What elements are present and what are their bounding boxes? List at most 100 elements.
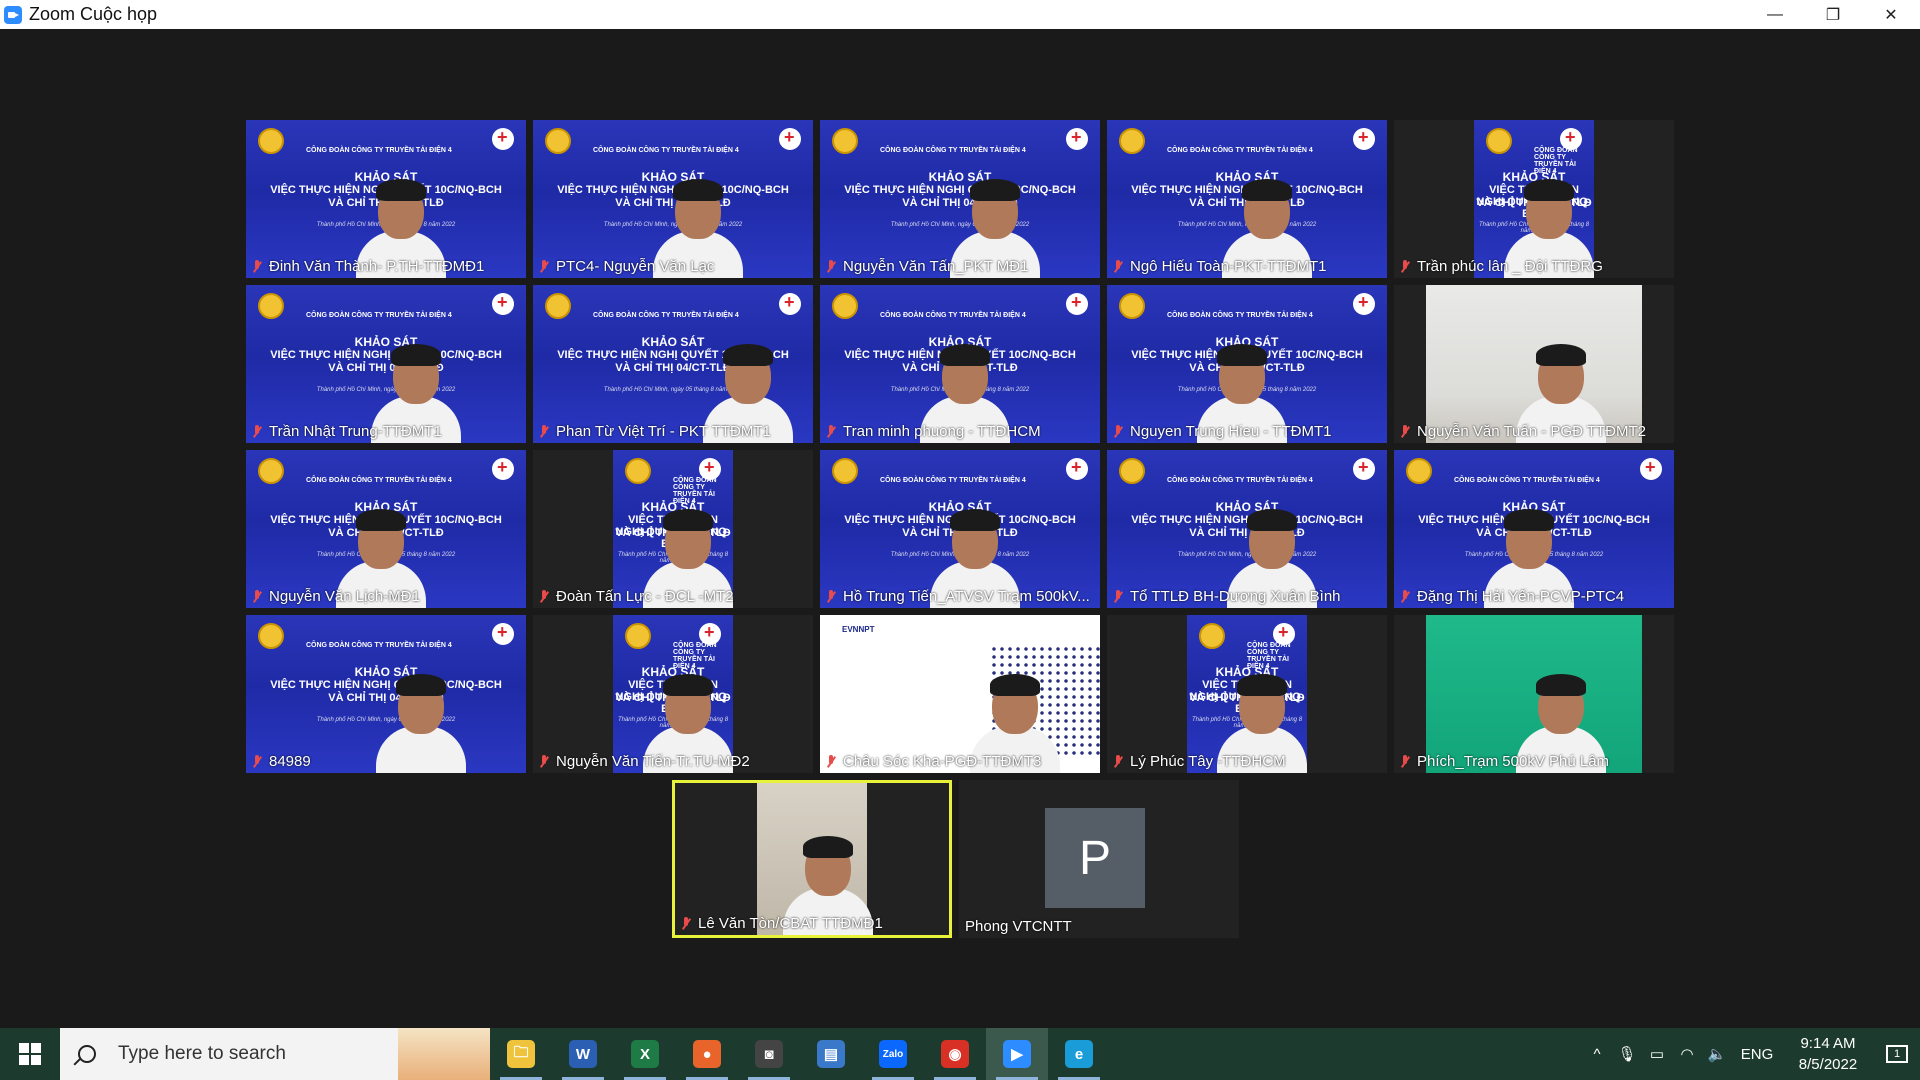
banner-text: KHẢO SÁT <box>354 665 418 679</box>
participant-name: Ngô Hiếu Toàn-PKT-TTĐMT1 <box>1130 258 1327 275</box>
taskbar-search-box[interactable]: Type here to search <box>60 1028 490 1080</box>
banner-text: CÔNG ĐOÀN CÔNG TY TRUYỀN TẢI ĐIỆN 4 <box>1167 147 1313 154</box>
participant-tile[interactable]: EVNNPT Châu Sóc Kha-PGĐ-TTĐMT3 <box>820 615 1100 773</box>
banner-text: KHẢO SÁT <box>928 170 992 184</box>
person-hair <box>723 344 773 366</box>
participant-name: Đặng Thị Hải Yến-PCVP-PTC4 <box>1417 588 1625 605</box>
participant-video <box>757 783 873 935</box>
minimize-button[interactable]: — <box>1746 0 1804 29</box>
participant-tile[interactable]: CÔNG ĐOÀN CÔNG TY TRUYỀN TẢI ĐIỆN 4KHẢO … <box>1107 450 1387 608</box>
evnnpt-logo-icon <box>1353 127 1375 150</box>
muted-mic-icon <box>1113 259 1123 274</box>
banner-text: KHẢO SÁT <box>641 335 705 349</box>
taskbar-app-button[interactable]: ◉ <box>924 1028 986 1080</box>
participant-tile[interactable]: CÔNG ĐOÀN CÔNG TY TRUYỀN TẢI ĐIỆN 4KHẢO … <box>1394 120 1674 278</box>
participant-tile[interactable]: CÔNG ĐOÀN CÔNG TY TRUYỀN TẢI ĐIỆN 4KHẢO … <box>1107 120 1387 278</box>
participant-tile[interactable]: CÔNG ĐOÀN CÔNG TY TRUYỀN TẢI ĐIỆN 4KHẢO … <box>246 285 526 443</box>
participant-name: PTC4- Nguyễn Văn Lạc <box>556 258 715 275</box>
union-logo-icon <box>832 458 858 484</box>
participant-tile[interactable]: CÔNG ĐOÀN CÔNG TY TRUYỀN TẢI ĐIỆN 4KHẢO … <box>1394 450 1674 608</box>
participant-name-label: Phong VTCNTT <box>965 918 1072 935</box>
participant-tile[interactable]: Nguyễn Văn Tuấn - PGĐ TTĐMT2 <box>1394 285 1674 443</box>
participant-tile[interactable]: CÔNG ĐOÀN CÔNG TY TRUYỀN TẢI ĐIỆN 4KHẢO … <box>820 450 1100 608</box>
muted-mic-icon <box>539 259 549 274</box>
language-indicator[interactable]: ENG <box>1732 1046 1782 1063</box>
show-hidden-icons-chevron-icon[interactable]: ^ <box>1582 1046 1612 1063</box>
banner-text: CÔNG ĐOÀN CÔNG TY TRUYỀN TẢI ĐIỆN 4 <box>306 477 452 484</box>
wifi-icon[interactable]: ◠ <box>1672 1045 1702 1063</box>
participant-video: CÔNG ĐOÀN CÔNG TY TRUYỀN TẢI ĐIỆN 4KHẢO … <box>246 450 526 608</box>
restore-button[interactable]: ❐ <box>1804 0 1862 29</box>
taskbar-app-button[interactable]: e <box>1048 1028 1110 1080</box>
participant-tile[interactable]: CÔNG ĐOÀN CÔNG TY TRUYỀN TẢI ĐIỆN 4KHẢO … <box>1107 615 1387 773</box>
participant-tile[interactable]: Phích_Trạm 500kV Phú Lâm <box>1394 615 1674 773</box>
person-hair <box>1217 344 1267 366</box>
participant-name-label: Lê Văn Tòn/CBAT TTĐMĐ1 <box>681 915 883 932</box>
participant-video: CÔNG ĐOÀN CÔNG TY TRUYỀN TẢI ĐIỆN 4KHẢO … <box>533 285 813 443</box>
muted-mic-icon <box>252 259 262 274</box>
participant-tile[interactable]: CÔNG ĐOÀN CÔNG TY TRUYỀN TẢI ĐIỆN 4 KHẢO … <box>246 615 526 773</box>
person-hair <box>1237 674 1287 696</box>
person-hair <box>391 344 441 366</box>
participant-name-label: Nguyễn Văn Lịch-MĐ1 <box>252 588 420 605</box>
participant-name: Tran minh phuong - TTĐHCM <box>843 423 1041 440</box>
person-hair <box>356 509 406 531</box>
muted-mic-icon <box>252 754 262 769</box>
participant-tile[interactable]: CÔNG ĐOÀN CÔNG TY TRUYỀN TẢI ĐIỆN 4KHẢO … <box>820 285 1100 443</box>
person-hair <box>376 179 426 201</box>
taskbar-app-button[interactable]: ● <box>676 1028 738 1080</box>
taskbar-app-button[interactable]: ◙ <box>738 1028 800 1080</box>
slide-brand: EVNNPT <box>842 625 875 634</box>
taskbar-app-button[interactable]: Zalo <box>862 1028 924 1080</box>
muted-mic-icon <box>1400 424 1410 439</box>
participant-avatar: P <box>1045 808 1145 908</box>
battery-icon[interactable]: ▭ <box>1642 1045 1672 1063</box>
participant-tile[interactable]: CÔNG ĐOÀN CÔNG TY TRUYỀN TẢI ĐIỆN 4KHẢO … <box>533 450 813 608</box>
evnnpt-logo-icon <box>492 127 514 150</box>
union-logo-icon <box>258 293 284 319</box>
participant-tile[interactable]: CÔNG ĐOÀN CÔNG TY TRUYỀN TẢI ĐIỆN 4KHẢO … <box>246 120 526 278</box>
participant-tile[interactable]: Lê Văn Tòn/CBAT TTĐMĐ1 <box>672 780 952 938</box>
taskbar-app-button[interactable]: W <box>552 1028 614 1080</box>
union-logo-icon <box>1119 293 1145 319</box>
gallery-view: CÔNG ĐOÀN CÔNG TY TRUYỀN TẢI ĐIỆN 4 KHẢO … <box>0 29 1920 1028</box>
participant-tile[interactable]: P Phong VTCNTT <box>959 780 1239 938</box>
participant-video: CÔNG ĐOÀN CÔNG TY TRUYỀN TẢI ĐIỆN 4KHẢO … <box>1107 450 1387 608</box>
person-hair <box>663 674 713 696</box>
participant-tile[interactable]: CÔNG ĐOÀN CÔNG TY TRUYỀN TẢI ĐIỆN 4KHẢO … <box>533 285 813 443</box>
evnnpt-logo-icon <box>779 127 801 150</box>
zalo-icon: Zalo <box>879 1040 907 1068</box>
participant-video: CÔNG ĐOÀN CÔNG TY TRUYỀN TẢI ĐIỆN 4KHẢO … <box>613 450 733 608</box>
participant-name: Nguyễn Văn Tuấn - PGĐ TTĐMT2 <box>1417 423 1646 440</box>
person-hair <box>803 836 853 858</box>
participant-name: Châu Sóc Kha-PGĐ-TTĐMT3 <box>843 753 1042 770</box>
taskbar-app-button[interactable]: X <box>614 1028 676 1080</box>
participant-tile[interactable]: CÔNG ĐOÀN CÔNG TY TRUYỀN TẢI ĐIỆN 4KHẢO … <box>533 615 813 773</box>
union-logo-icon <box>1486 128 1512 154</box>
participant-tile[interactable]: CÔNG ĐOÀN CÔNG TY TRUYỀN TẢI ĐIỆN 4KHẢO … <box>533 120 813 278</box>
taskbar-app-button[interactable]: ▶ <box>986 1028 1048 1080</box>
participant-tile[interactable]: CÔNG ĐOÀN CÔNG TY TRUYỀN TẢI ĐIỆN 4KHẢO … <box>1107 285 1387 443</box>
volume-icon[interactable]: 🔈 <box>1702 1045 1732 1063</box>
notification-center-icon[interactable]: 1 <box>1874 1028 1920 1080</box>
participant-person <box>376 674 466 773</box>
start-button[interactable] <box>0 1028 60 1080</box>
close-button[interactable]: ✕ <box>1862 0 1920 29</box>
participant-video: EVNNPT <box>820 615 1100 773</box>
participant-name-label: Trần Nhật Trung-TTĐMT1 <box>252 423 442 440</box>
banner-text: CÔNG ĐOÀN CÔNG TY TRUYỀN TẢI ĐIỆN 4 <box>1454 477 1600 484</box>
microphone-icon[interactable]: 🎙 <box>1612 1045 1642 1063</box>
clock[interactable]: 9:14 AM 8/5/2022 <box>1782 1033 1874 1075</box>
banner-text: CÔNG ĐOÀN CÔNG TY TRUYỀN TẢI ĐIỆN 4 <box>880 312 1026 319</box>
muted-mic-icon <box>539 589 549 604</box>
participant-tile[interactable]: CÔNG ĐOÀN CÔNG TY TRUYỀN TẢI ĐIỆN 4KHẢO … <box>246 450 526 608</box>
person-hair <box>1242 179 1292 201</box>
taskbar-app-button[interactable]: ▤ <box>800 1028 862 1080</box>
participant-name: Nguyễn Văn Tấn_PKT MĐ1 <box>843 258 1029 275</box>
taskbar-app-button[interactable]: 🗀 <box>490 1028 552 1080</box>
union-logo-icon <box>1406 458 1432 484</box>
banner-text: CÔNG ĐOÀN CÔNG TY TRUYỀN TẢI ĐIỆN 4 <box>306 642 452 649</box>
participant-name-label: Phích_Trạm 500kV Phú Lâm <box>1400 753 1609 770</box>
participant-tile[interactable]: CÔNG ĐOÀN CÔNG TY TRUYỀN TẢI ĐIỆN 4KHẢO … <box>820 120 1100 278</box>
banner-text: CÔNG ĐOÀN CÔNG TY TRUYỀN TẢI ĐIỆN 4 <box>880 477 1026 484</box>
